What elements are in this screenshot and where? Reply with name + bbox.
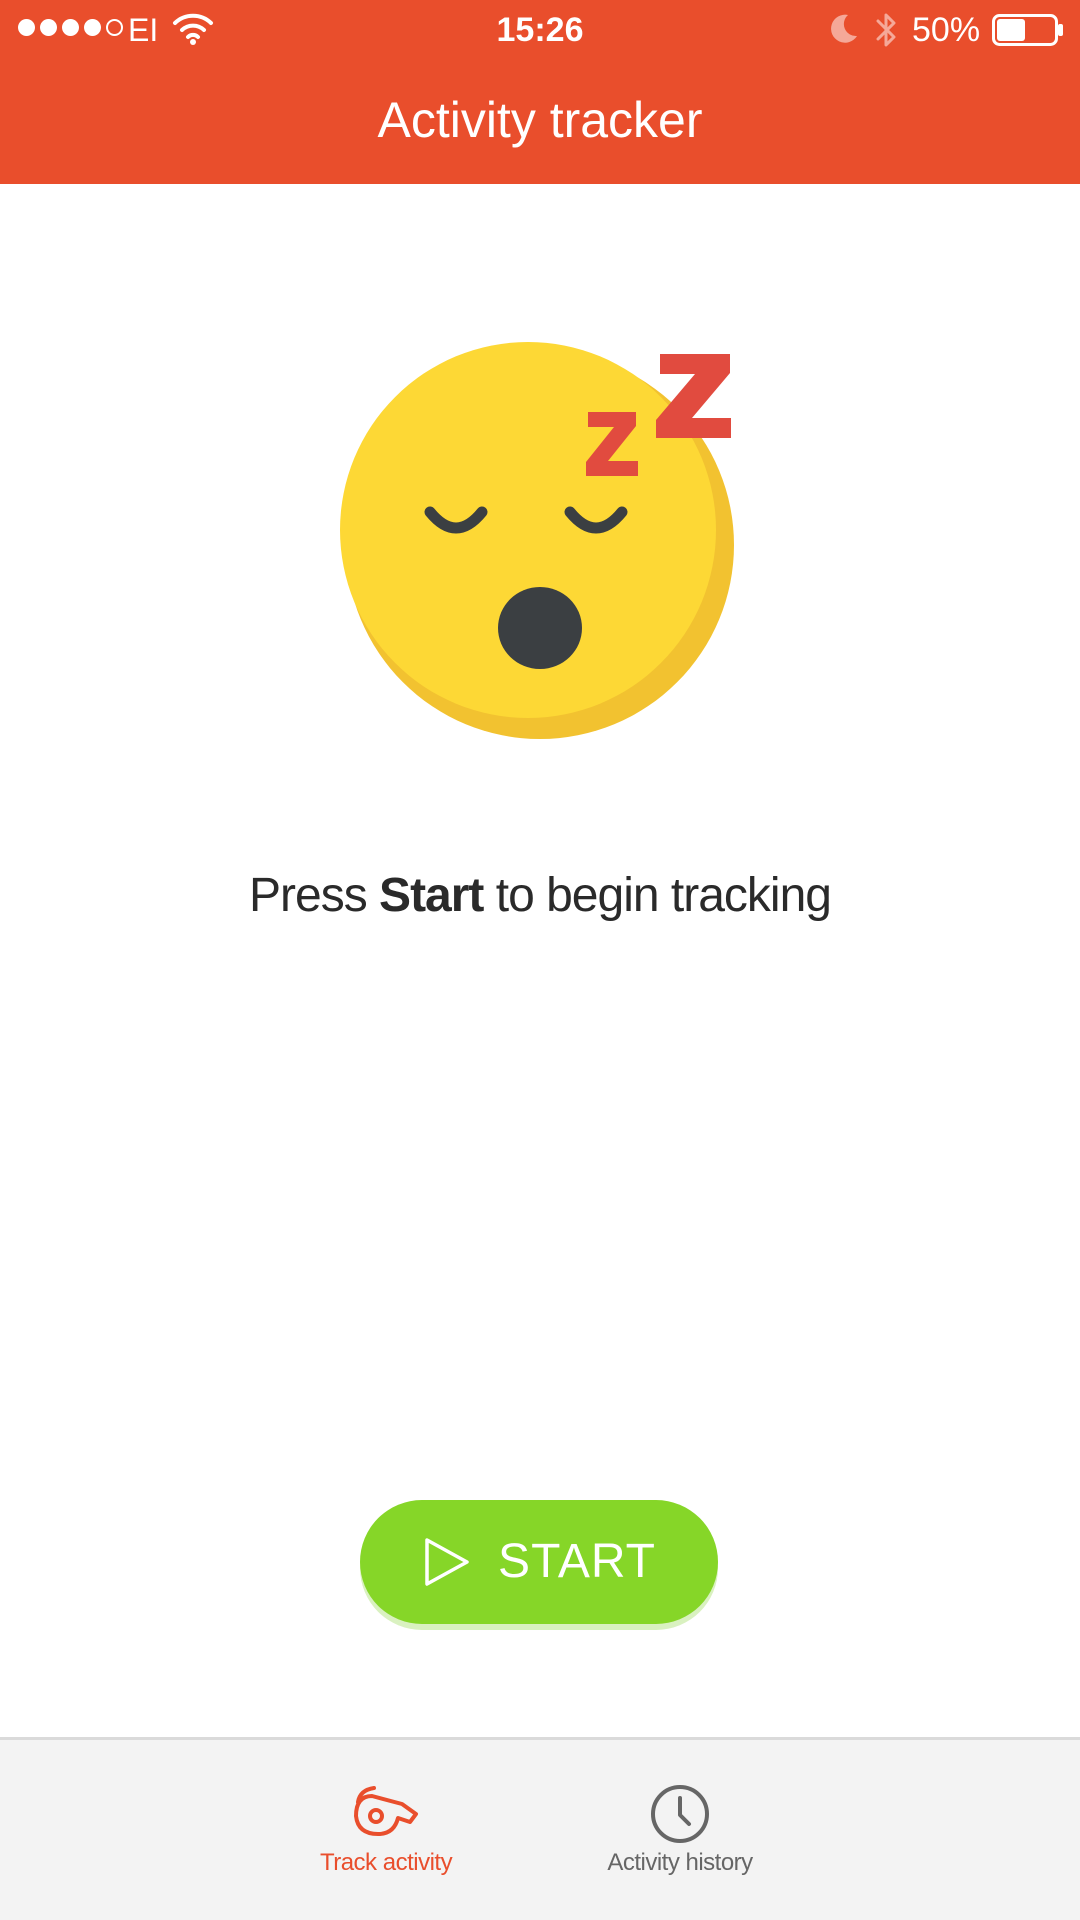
start-instruction-text: Press Start to begin tracking xyxy=(0,866,1080,926)
tab-track-activity[interactable]: Track activity xyxy=(256,1740,516,1920)
instruction-suffix: to begin tracking xyxy=(483,869,832,922)
do-not-disturb-moon-icon xyxy=(831,14,857,43)
app-screen: EI 15:26 50% Activity tracker Press Star… xyxy=(0,0,1080,1920)
sleeping-face-icon xyxy=(340,342,734,739)
battery-percentage: 50% xyxy=(912,11,981,49)
page-title: Activity tracker xyxy=(377,92,703,148)
whistle-icon xyxy=(354,1786,418,1836)
play-icon xyxy=(425,1538,469,1586)
instruction-bold: Start xyxy=(379,869,484,922)
instruction-prefix: Press xyxy=(249,869,380,922)
tab-bar: Track activity Activity history xyxy=(0,1737,1080,1920)
status-bar: EI 15:26 50% xyxy=(0,0,1080,60)
bluetooth-icon xyxy=(876,13,896,47)
start-button[interactable]: START xyxy=(360,1500,718,1624)
tab-activity-history[interactable]: Activity history xyxy=(550,1740,810,1920)
clock-icon xyxy=(651,1785,709,1843)
battery-icon xyxy=(992,14,1063,46)
app-header: EI 15:26 50% Activity tracker xyxy=(0,0,1080,184)
tab-activity-history-label: Activity history xyxy=(607,1849,753,1876)
tab-track-activity-label: Track activity xyxy=(319,1849,453,1876)
start-button-label: START xyxy=(498,1535,656,1588)
